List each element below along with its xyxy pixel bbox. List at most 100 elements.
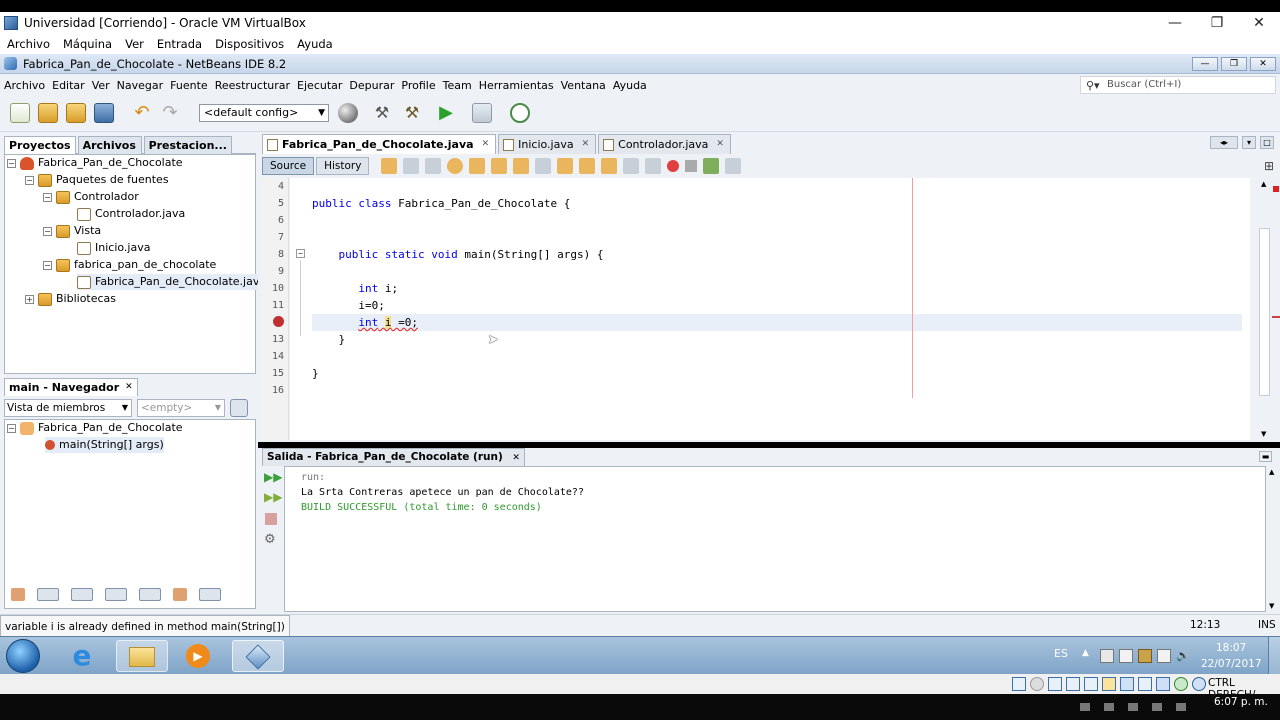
tree-item-project[interactable]: − Fabrica_Pan_de_Chocolate: [7, 155, 183, 171]
audio-icon[interactable]: [1048, 677, 1062, 691]
tab-list-icon[interactable]: ▾: [1242, 136, 1256, 149]
open-project-icon[interactable]: [66, 103, 86, 123]
collapse-icon[interactable]: −: [43, 226, 52, 236]
settings-icon[interactable]: ⚙: [264, 532, 276, 547]
collapse-icon[interactable]: −: [43, 192, 52, 202]
nb-menu-navegar[interactable]: Navegar: [117, 79, 164, 92]
scroll-down-icon[interactable]: ▼: [1269, 602, 1274, 610]
config-select[interactable]: <default config> ▼: [199, 104, 329, 122]
filter-icon-4[interactable]: [105, 588, 127, 601]
vb-menu-entrada[interactable]: Entrada: [157, 37, 202, 51]
output-console[interactable]: run: La Srta Contreras apetece un pan de…: [284, 466, 1266, 612]
close-icon[interactable]: ✕: [482, 135, 490, 154]
tree-item-vista[interactable]: − Vista: [43, 223, 101, 239]
stop-macro-icon[interactable]: [685, 160, 698, 172]
toggle-highlight-icon[interactable]: [513, 158, 530, 174]
tree-item-controlador-java[interactable]: Controlador.java: [77, 206, 185, 222]
error-badge-icon[interactable]: [273, 316, 284, 327]
close-icon[interactable]: ✕: [582, 135, 590, 154]
error-stripe-mark[interactable]: [1272, 316, 1280, 318]
shift-left-icon[interactable]: [623, 158, 640, 174]
clock-time[interactable]: 18:07: [1216, 642, 1246, 654]
rerun-with-options-icon[interactable]: ▶▶: [264, 490, 282, 504]
back-icon[interactable]: [403, 158, 420, 174]
collapse-icon[interactable]: −: [7, 158, 16, 168]
scroll-down-icon[interactable]: ▼: [1261, 430, 1266, 438]
scroll-tabs-left-icon[interactable]: ◂▸: [1210, 136, 1238, 149]
save-all-icon[interactable]: [94, 103, 114, 123]
tree-item-inicio-java[interactable]: Inicio.java: [77, 240, 150, 256]
host-tray-icon[interactable]: [1152, 703, 1162, 711]
nb-menu-ventana[interactable]: Ventana: [561, 79, 606, 92]
bookmark-list-icon[interactable]: [601, 158, 618, 174]
globe-icon[interactable]: [338, 103, 358, 123]
undo-icon[interactable]: ↶: [132, 103, 152, 123]
error-stripe-top[interactable]: [1273, 186, 1279, 192]
navigator-filter-select[interactable]: <empty> ▼: [137, 399, 225, 417]
volume-icon[interactable]: 🔊: [1176, 649, 1190, 663]
sort-icon[interactable]: [173, 588, 187, 601]
stop-icon[interactable]: [265, 513, 277, 525]
start-macro-icon[interactable]: [667, 160, 680, 172]
run-icon[interactable]: ▶: [436, 103, 456, 123]
collapse-icon[interactable]: −: [7, 423, 16, 433]
output-tab[interactable]: Salida - Fabrica_Pan_de_Chocolate (run) …: [262, 448, 525, 466]
show-desktop-button[interactable]: [1268, 637, 1280, 675]
new-project-icon[interactable]: [38, 103, 58, 123]
history-button[interactable]: History: [316, 157, 370, 175]
vb-menu-ver[interactable]: Ver: [125, 37, 144, 51]
close-icon[interactable]: ✕: [716, 135, 724, 154]
profile-icon[interactable]: [510, 103, 530, 123]
code-editor[interactable]: − public class Fabrica_Pan_de_Chocolate …: [290, 178, 1250, 440]
tab-controlador-java[interactable]: Controlador.java ✕: [598, 134, 731, 154]
nav-item-class[interactable]: − Fabrica_Pan_de_Chocolate: [7, 420, 183, 436]
nb-minimize-icon[interactable]: —: [1192, 56, 1218, 71]
tree-item-controlador[interactable]: − Controlador: [43, 189, 139, 205]
host-tray-icon[interactable]: [1104, 703, 1114, 711]
redo-icon[interactable]: ↷: [160, 103, 180, 123]
prev-bookmark-icon[interactable]: [557, 158, 574, 174]
sort-alpha-icon[interactable]: [199, 588, 221, 601]
tray-app-icon[interactable]: [1119, 649, 1133, 663]
clean-build-icon[interactable]: ⚒: [402, 103, 422, 123]
navigator-view-select[interactable]: Vista de miembros ▼: [4, 399, 132, 417]
new-file-icon[interactable]: [10, 103, 30, 123]
maximize-editor-icon[interactable]: □: [1260, 136, 1274, 149]
tab-archivos[interactable]: Archivos: [77, 136, 142, 154]
nb-close-icon[interactable]: ✕: [1250, 56, 1276, 71]
internet-explorer-icon[interactable]: e: [66, 641, 98, 671]
expand-icon[interactable]: +: [25, 294, 34, 304]
hammer-icon[interactable]: ⚒: [372, 103, 392, 123]
host-tray-icon[interactable]: [1128, 703, 1138, 711]
scroll-thumb[interactable]: [1259, 228, 1270, 396]
display-icon[interactable]: [1120, 677, 1134, 691]
nb-menu-profile[interactable]: Profile: [401, 79, 435, 92]
next-bookmark-icon[interactable]: [579, 158, 596, 174]
filter-icon-5[interactable]: [139, 588, 161, 601]
minimize-icon[interactable]: —: [1154, 15, 1196, 31]
navigator-options-icon[interactable]: [230, 399, 248, 417]
mouse-integration-icon[interactable]: [1174, 677, 1188, 691]
collapse-icon[interactable]: −: [25, 175, 34, 185]
tab-fabrica-java[interactable]: Fabrica_Pan_de_Chocolate.java ✕: [262, 134, 497, 154]
shift-right-icon[interactable]: [645, 158, 662, 174]
toggle-bookmark-icon[interactable]: [535, 158, 552, 174]
network-icon[interactable]: [1138, 649, 1152, 663]
nb-menu-ayuda[interactable]: Ayuda: [613, 79, 647, 92]
host-tray-icon[interactable]: [1176, 703, 1186, 711]
video-capture-icon[interactable]: [1138, 677, 1152, 691]
nb-menu-ver[interactable]: Ver: [92, 79, 110, 92]
navigator-tab[interactable]: main - Navegador ✕: [4, 378, 138, 396]
tree-item-fabrica-package[interactable]: − fabrica_pan_de_chocolate: [43, 257, 216, 273]
language-indicator[interactable]: ES: [1054, 647, 1068, 660]
nb-restore-icon[interactable]: ❐: [1221, 56, 1247, 71]
close-icon[interactable]: ✕: [125, 379, 133, 396]
optical-drive-icon[interactable]: [1030, 677, 1044, 691]
tab-proyectos[interactable]: Proyectos: [4, 136, 76, 154]
host-clock[interactable]: 6:07 p. m.: [1214, 696, 1268, 708]
filter-icon-2[interactable]: [37, 588, 59, 601]
filter-icon-1[interactable]: [11, 588, 25, 601]
find-next-icon[interactable]: [491, 158, 508, 174]
scroll-up-icon[interactable]: ▲: [1261, 180, 1266, 188]
explorer-icon[interactable]: [116, 640, 168, 672]
